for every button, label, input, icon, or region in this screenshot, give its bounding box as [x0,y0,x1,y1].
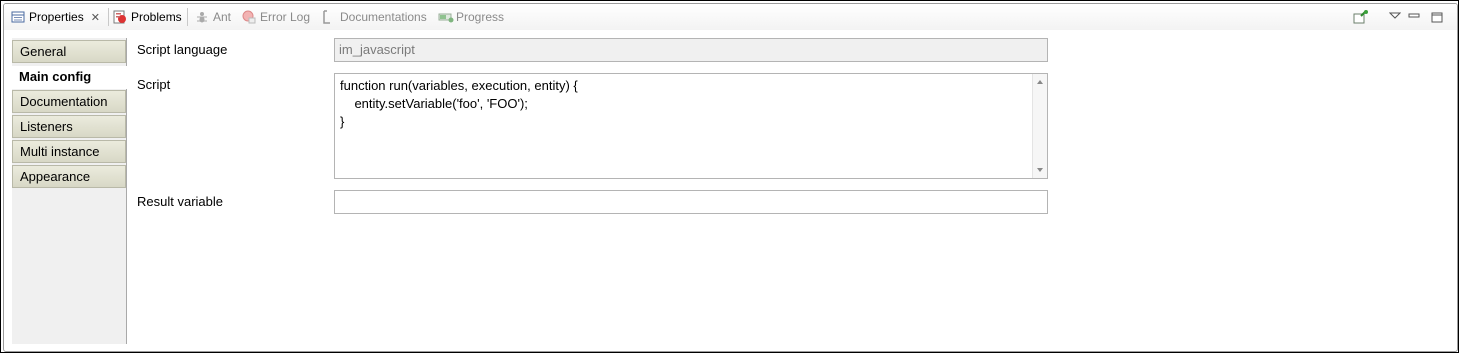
view-menu-chevron-down-icon[interactable] [1388,10,1402,24]
script-editor[interactable]: function run(variables, execution, entit… [334,73,1048,179]
view-toolbar [1353,7,1443,27]
progress-icon [438,10,454,24]
tab-ant[interactable]: Ant [195,7,231,27]
close-icon[interactable]: ✕ [91,11,100,24]
section-tab-main-config[interactable]: Main config [12,66,127,89]
script-label: Script [137,77,171,92]
tab-label: Ant [213,10,232,24]
tab-label: Problems [131,10,182,24]
tab-label: Progress [456,10,505,24]
error-log-icon [242,10,256,24]
section-tab-general[interactable]: General [12,40,126,63]
view-tab-bar: Properties ✕ Problems Ant Error Log Docu… [4,4,1457,30]
tab-divider [108,8,109,26]
tab-label: Properties [29,10,84,24]
ant-icon [195,10,209,24]
problems-icon [113,10,127,24]
properties-view: Properties ✕ Problems Ant Error Log Docu… [3,3,1458,352]
tab-problems[interactable]: Problems [113,7,182,27]
section-tab-documentation[interactable]: Documentation [12,90,126,113]
properties-view-frame: Properties ✕ Problems Ant Error Log Docu… [0,0,1459,353]
properties-icon [11,10,25,24]
maximize-icon[interactable] [1431,10,1443,24]
section-tabs: General Main config Documentation Listen… [12,38,127,344]
result-variable-label: Result variable [137,194,223,209]
result-variable-input[interactable] [334,190,1048,214]
scroll-up-arrow-icon[interactable] [1037,80,1043,84]
script-language-label: Script language [137,42,228,57]
script-text[interactable]: function run(variables, execution, entit… [335,74,1047,134]
tab-label: Documentations [340,10,427,24]
section-tab-listeners[interactable]: Listeners [12,115,126,138]
tab-error-log[interactable]: Error Log [242,7,310,27]
vertical-scrollbar[interactable] [1032,74,1047,178]
section-tab-multi-instance[interactable]: Multi instance [12,140,126,163]
tab-properties[interactable]: Properties ✕ [11,7,100,27]
script-language-field: im_javascript [334,38,1048,62]
tab-divider [187,8,188,26]
tab-label: Error Log [260,10,311,24]
pin-icon[interactable] [1353,10,1369,24]
tab-progress[interactable]: Progress [438,7,504,27]
tab-documentations[interactable]: Documentations [320,7,427,27]
section-tab-appearance[interactable]: Appearance [12,165,126,188]
minimize-icon[interactable] [1408,10,1420,24]
scroll-down-arrow-icon[interactable] [1037,168,1043,172]
documentations-icon [320,10,334,24]
